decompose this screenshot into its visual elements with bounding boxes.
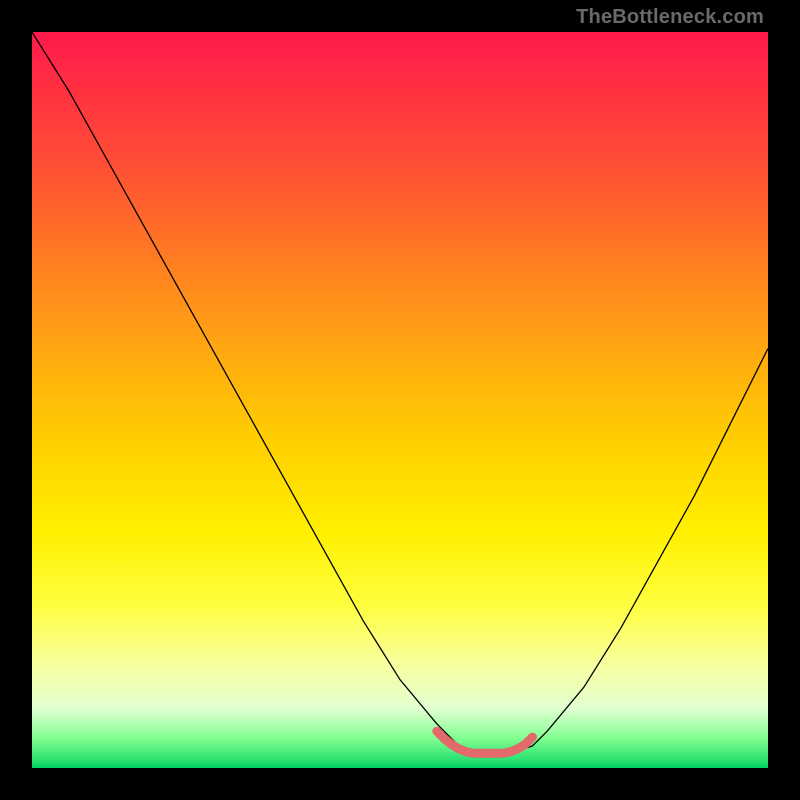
curve-layer	[32, 32, 768, 768]
optimal-range-marker	[437, 731, 533, 753]
bottleneck-curve	[32, 32, 768, 753]
plot-area	[32, 32, 768, 768]
watermark-text: TheBottleneck.com	[576, 6, 764, 29]
chart-container: TheBottleneck.com	[0, 0, 800, 800]
